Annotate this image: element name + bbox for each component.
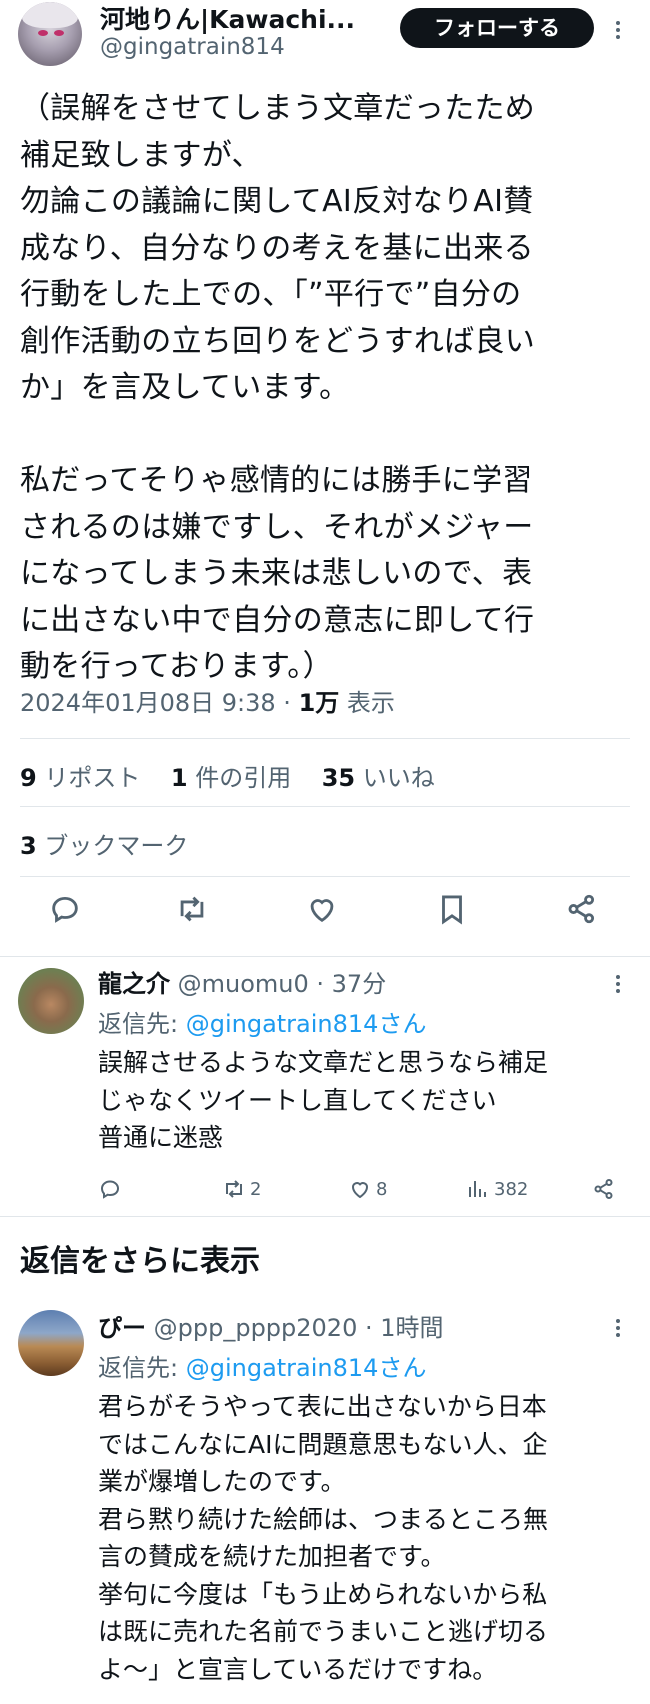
reply-text: 誤解させるような文章だと思うなら補足 じゃなくツイートし直してください 普通に迷… [98,1048,549,1152]
share-icon [568,894,595,924]
tweet-action-bar [0,892,650,942]
author-handle[interactable]: @gingatrain814 [100,34,285,60]
share-button[interactable] [592,1174,616,1204]
retweet-button[interactable]: 2 [222,1174,261,1204]
views-count: 1万 [298,689,340,717]
engagement-stats: 9 リポスト 1 件の引用 35 いいね [20,758,435,793]
heart-icon [351,1182,369,1199]
reply-to: 返信先: @gingatrain814さん [98,1354,427,1382]
divider [20,806,630,807]
reply-item[interactable]: ぴー @ppp_pppp2020 · 1時間 返信先: @gingatrain8… [0,1300,650,1704]
reply-to-link[interactable]: @gingatrain814さん [186,1010,427,1038]
like-count: 8 [376,1178,388,1200]
likes-stat[interactable]: 35 いいね [322,764,435,792]
tweet-meta: 2024年01月08日 9:38 · 1万 表示 [20,683,395,718]
author-avatar[interactable] [18,2,82,66]
divider [20,876,630,877]
bookmark-icon [442,895,462,925]
bookmarks-stat[interactable]: 3 ブックマーク [20,826,188,861]
tweet-text: （誤解をさせてしまう文章だったため 補足致しますが、 勿論この議論に関してAI反… [20,91,536,684]
heart-icon [310,899,334,923]
divider [20,738,630,739]
more-icon[interactable] [616,972,620,996]
reply-button[interactable] [98,1174,122,1204]
author-name[interactable]: 河地りん|Kawachi... [100,0,355,36]
reply-icon [52,896,78,923]
reply-action-bar: 2 8 382 [98,1174,628,1204]
reply-to-link[interactable]: @gingatrain814さん [186,1354,427,1382]
retweet-button[interactable] [175,892,215,932]
views-button[interactable]: 382 [466,1174,528,1204]
retweet-icon [180,896,204,922]
views-icon [469,1181,486,1197]
share-button[interactable] [565,892,605,932]
retweet-count: 2 [250,1178,262,1200]
views-count: 382 [494,1178,529,1200]
tweet-timestamp[interactable]: 2024年01月08日 9:38 · [20,689,299,717]
like-button[interactable] [305,892,345,932]
retweet-icon [226,1180,242,1198]
bookmark-button[interactable] [435,892,475,932]
reply-item[interactable]: 龍之介 @muomu0 · 37分 返信先: @gingatrain814さん … [0,956,650,1211]
show-more-replies[interactable]: 返信をさらに表示 [20,1236,260,1280]
main-tweet-header: 河地りん|Kawachi... @gingatrain814 フォローする [0,0,650,80]
reply-author[interactable]: ぴー @ppp_pppp2020 · 1時間 [98,1308,444,1343]
divider [0,1216,650,1217]
reply-to: 返信先: @gingatrain814さん [98,1010,427,1038]
reposts-stat[interactable]: 9 リポスト [20,764,140,792]
reply-avatar[interactable] [18,1310,84,1376]
reply-icon [100,1180,120,1199]
views-label: 表示 [339,689,395,717]
quotes-stat[interactable]: 1 件の引用 [171,764,291,792]
share-icon [594,1179,613,1199]
follow-button[interactable]: フォローする [400,8,594,48]
reply-author[interactable]: 龍之介 @muomu0 · 37分 [98,964,386,999]
reply-button[interactable] [48,892,88,932]
more-icon[interactable] [616,18,620,42]
reply-avatar[interactable] [18,968,84,1034]
reply-text: 君らがそうやって表に出さないから日本 ではこんなにAIに問題意思もない人、企 業… [98,1392,549,1684]
more-icon[interactable] [616,1316,620,1340]
like-button[interactable]: 8 [348,1174,387,1204]
